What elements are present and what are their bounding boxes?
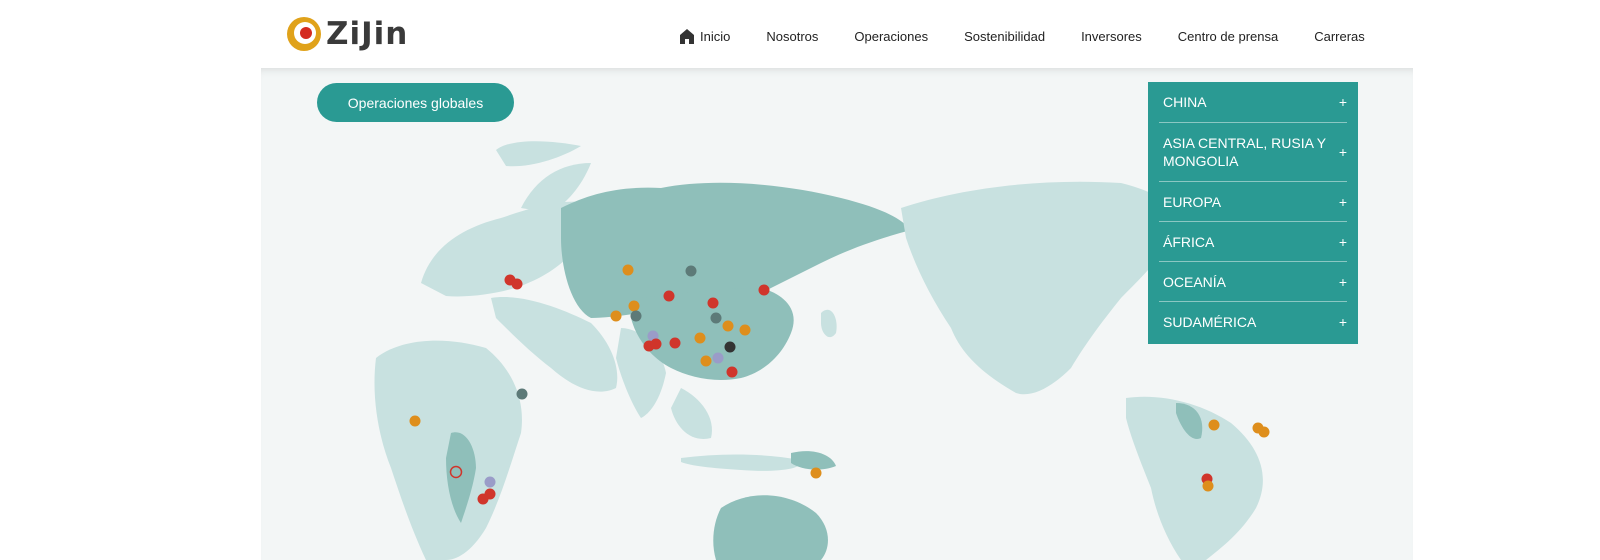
map-marker (1202, 480, 1214, 492)
region-item-label: OCEANÍA (1163, 273, 1227, 290)
nav-item-inversores[interactable]: Inversores (1081, 22, 1142, 50)
map-marker (724, 341, 736, 353)
map-marker (630, 310, 642, 322)
main-nav: Inicio Nosotros Operaciones Sostenibilid… (680, 22, 1365, 50)
nav-item-sostenibilidad[interactable]: Sostenibilidad (964, 22, 1045, 50)
region-item-china[interactable]: CHINA + (1159, 82, 1347, 123)
map-marker (710, 312, 722, 324)
southeast-asia-shape (671, 388, 712, 439)
map-marker (650, 338, 662, 350)
expand-plus-icon[interactable]: + (1339, 94, 1347, 110)
map-marker (739, 324, 751, 336)
region-item-central-asia-russia-mongolia[interactable]: ASIA CENTRAL, RUSIA Y MONGOLIA + (1159, 123, 1347, 182)
papua-shape (791, 451, 836, 470)
nav-item-label: Inversores (1081, 28, 1142, 44)
region-item-label: SUDAMÉRICA (1163, 314, 1257, 330)
nav-item-label: Nosotros (766, 28, 819, 44)
australia-shape (713, 495, 828, 560)
region-item-label: ASIA CENTRAL, RUSIA Y MONGOLIA (1163, 135, 1326, 169)
map-marker (669, 337, 681, 349)
map-marker (610, 310, 622, 322)
map-marker (484, 476, 496, 488)
greenland-shape (496, 141, 581, 167)
nav-item-label: Carreras (1314, 28, 1365, 44)
nav-item-centro-de-prensa[interactable]: Centro de prensa (1178, 22, 1278, 50)
map-marker (511, 278, 523, 290)
nav-item-carreras[interactable]: Carreras (1314, 22, 1365, 50)
nav-item-inicio[interactable]: Inicio (680, 22, 730, 50)
expand-plus-icon[interactable]: + (1339, 274, 1347, 290)
region-item-label: ÁFRICA (1163, 233, 1215, 250)
region-item-africa[interactable]: ÁFRICA + (1159, 222, 1347, 262)
map-marker (758, 284, 770, 296)
expand-plus-icon[interactable]: + (1339, 143, 1347, 161)
region-item-label: EUROPA (1163, 193, 1222, 210)
map-marker (712, 352, 724, 364)
home-icon (680, 28, 694, 44)
nav-item-label: Centro de prensa (1177, 28, 1279, 44)
map-marker (694, 332, 706, 344)
map-marker (516, 388, 528, 400)
expand-plus-icon[interactable]: + (1339, 234, 1347, 250)
map-marker (685, 265, 697, 277)
operation-markers (409, 264, 1270, 505)
map-marker (409, 415, 421, 427)
map-marker (707, 297, 719, 309)
map-marker (722, 320, 734, 332)
region-item-sudamerica[interactable]: SUDAMÉRICA + (1159, 302, 1347, 342)
nav-item-label: Sostenibilidad (964, 28, 1046, 44)
logo-text: ZiJin (326, 15, 409, 52)
logo-emblem-icon (287, 17, 321, 51)
nav-item-operaciones[interactable]: Operaciones (854, 22, 928, 50)
site-header: ZiJin Inicio Nosotros Operaciones Sosten… (0, 0, 1600, 68)
japan-shape (821, 309, 837, 338)
map-marker (628, 300, 640, 312)
nav-item-label: Inicio (700, 28, 731, 44)
north-america-shape (901, 181, 1181, 395)
region-item-oceania[interactable]: OCEANÍA + (1159, 262, 1347, 302)
expand-plus-icon[interactable]: + (1339, 314, 1347, 330)
map-marker (1258, 426, 1270, 438)
region-item-label: CHINA (1163, 94, 1207, 110)
nav-item-label: Operaciones (854, 28, 929, 44)
map-marker (1208, 419, 1220, 431)
map-marker (700, 355, 712, 367)
map-marker (726, 366, 738, 378)
map-marker (477, 493, 489, 505)
map-marker (810, 467, 822, 479)
indonesia-shape (681, 454, 802, 471)
expand-plus-icon[interactable]: + (1339, 194, 1347, 210)
zijin-logo[interactable]: ZiJin (286, 14, 408, 54)
region-accordion: CHINA + ASIA CENTRAL, RUSIA Y MONGOLIA +… (1148, 82, 1358, 344)
map-marker (663, 290, 675, 302)
map-marker (622, 264, 634, 276)
nav-item-nosotros[interactable]: Nosotros (766, 22, 818, 50)
global-operations-button[interactable]: Operaciones globales (317, 83, 514, 122)
region-item-europa[interactable]: EUROPA + (1159, 182, 1347, 222)
